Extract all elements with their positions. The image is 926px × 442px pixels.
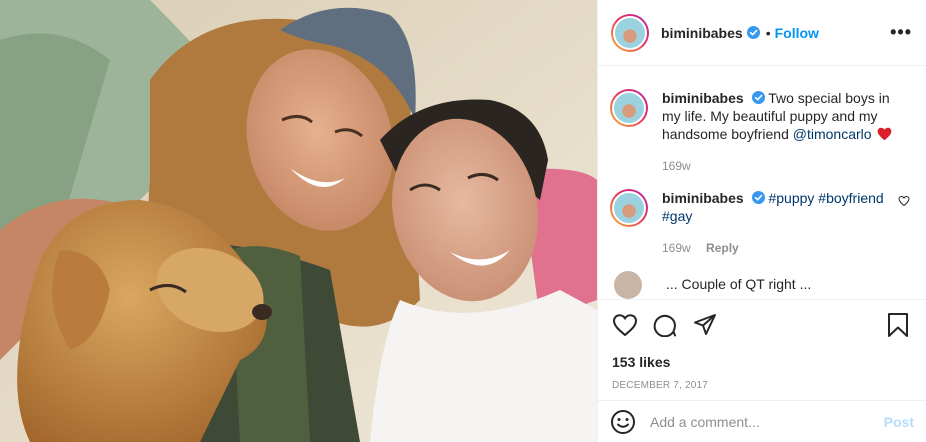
verified-icon bbox=[751, 91, 765, 104]
hashtag-link[interactable]: #gay bbox=[662, 208, 692, 224]
emoji-icon[interactable] bbox=[610, 409, 636, 435]
verified-icon bbox=[751, 191, 765, 204]
caption-time[interactable]: 169w bbox=[662, 159, 691, 173]
comment-meta: 169w Reply bbox=[662, 239, 890, 257]
post-header: biminibabes • Follow ••• bbox=[598, 0, 926, 66]
avatar-image bbox=[613, 15, 647, 50]
comment-item: biminibabes #puppy #boyfriend #gay 169w … bbox=[610, 189, 910, 257]
comment-like-heart-icon[interactable] bbox=[898, 195, 910, 207]
partial-comment: ... Couple of QT right ... bbox=[610, 271, 910, 299]
comment-icon[interactable] bbox=[652, 313, 678, 337]
add-comment-bar: Post bbox=[598, 400, 926, 442]
post-button[interactable]: Post bbox=[884, 414, 914, 430]
more-icon[interactable]: ••• bbox=[890, 22, 912, 43]
share-icon[interactable] bbox=[692, 313, 718, 337]
action-icons-row bbox=[612, 312, 910, 338]
comment-username[interactable]: biminibabes bbox=[662, 190, 744, 206]
avatar[interactable] bbox=[611, 13, 649, 52]
likes-count[interactable]: 153 likes bbox=[612, 354, 910, 370]
bookmark-icon[interactable] bbox=[886, 312, 910, 338]
mention-link[interactable]: @timoncarlo bbox=[793, 126, 872, 142]
follow-button[interactable]: Follow bbox=[775, 25, 819, 41]
verified-icon bbox=[746, 26, 760, 39]
reply-button[interactable]: Reply bbox=[706, 241, 739, 255]
avatar[interactable] bbox=[614, 271, 642, 299]
separator-dot: • bbox=[765, 24, 771, 41]
hashtag-link[interactable]: #boyfriend bbox=[818, 190, 883, 206]
hashtag-link[interactable]: #puppy bbox=[768, 190, 814, 206]
post-date: DECEMBER 7, 2017 bbox=[612, 380, 709, 391]
partial-comment-text: ... Couple of QT right ... bbox=[666, 276, 812, 292]
comment-body: biminibabes #puppy #boyfriend #gay 169w … bbox=[662, 189, 890, 257]
header-username[interactable]: biminibabes bbox=[661, 25, 743, 41]
caption-avatar[interactable] bbox=[610, 89, 648, 127]
comments-list[interactable]: biminibabes Two special boys in my life.… bbox=[598, 67, 926, 299]
comment-input[interactable] bbox=[650, 413, 884, 430]
comment-avatar[interactable] bbox=[610, 189, 648, 227]
post-side-panel: biminibabes • Follow ••• biminibabes Two… bbox=[597, 0, 926, 442]
post-photo[interactable] bbox=[0, 0, 597, 442]
caption-meta: 169w bbox=[662, 157, 910, 175]
instagram-post: biminibabes • Follow ••• biminibabes Two… bbox=[0, 0, 926, 442]
caption-username[interactable]: biminibabes bbox=[662, 90, 744, 106]
caption: biminibabes Two special boys in my life.… bbox=[610, 89, 910, 175]
heart-icon[interactable] bbox=[612, 313, 638, 337]
avatar-image bbox=[612, 91, 646, 125]
avatar-image bbox=[612, 191, 646, 225]
comment-time[interactable]: 169w bbox=[662, 241, 691, 255]
caption-body: biminibabes Two special boys in my life.… bbox=[662, 89, 910, 175]
post-image bbox=[0, 0, 597, 442]
red-heart-emoji-icon bbox=[878, 127, 892, 141]
